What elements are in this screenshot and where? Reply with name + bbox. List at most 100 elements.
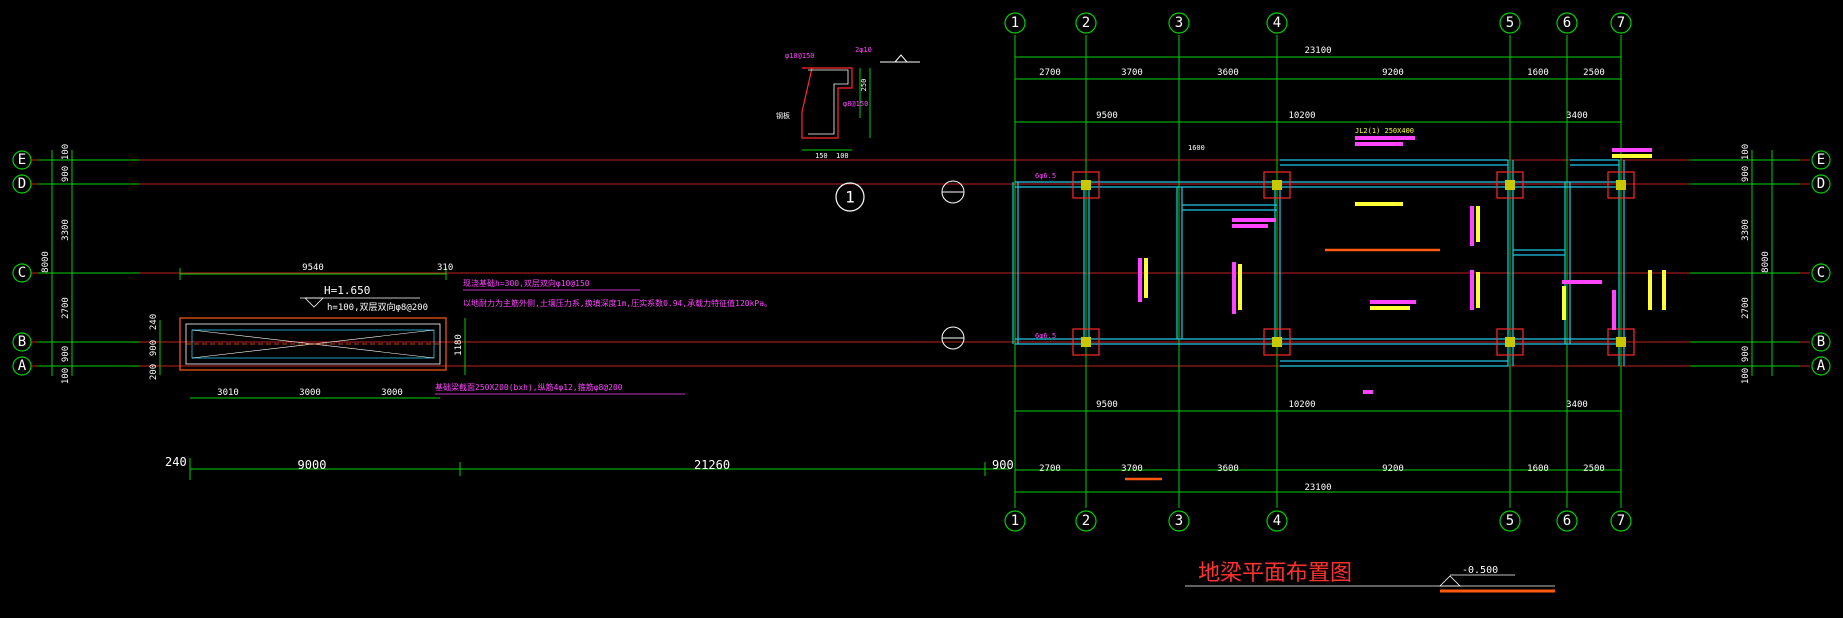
axis-bubble-left-D: D [18, 176, 26, 192]
left-plan-sub-dim-1: 3010 [217, 388, 239, 398]
bottom-dim-bay-3: 3600 [1217, 464, 1239, 474]
axis-bubble-right-C: C [1817, 265, 1825, 281]
axis-bubble-bottom-3: 3 [1175, 513, 1183, 529]
top-dim-bay-5: 1600 [1527, 68, 1549, 78]
foundation-beams [1012, 159, 1625, 367]
drawing-title: 地梁平面布置图 [1198, 561, 1352, 586]
left-plan-note-3: 基础梁截面250X200(bxh),纵筋4φ12,箍筋φ8@200 [435, 382, 623, 392]
bottom-dim-bay-6: 2500 [1583, 464, 1605, 474]
top-dim-bay-3: 3600 [1217, 68, 1239, 78]
left-dim-seg-5: 900 [61, 346, 71, 362]
axis-bubble-bottom-5: 5 [1506, 513, 1514, 529]
column-axes: 1 2 3 4 5 6 7 1 2 3 4 5 6 7 [1004, 12, 1632, 532]
axis-bubble-bottom-6: 6 [1563, 513, 1571, 529]
bottom-dim-bay-2: 3700 [1121, 464, 1143, 474]
annotation-lower-left: 6φ6.5 [1035, 332, 1056, 340]
left-plan-sub-dim-2: 3000 [299, 388, 321, 398]
axis-bubble-top-7: 7 [1617, 15, 1625, 31]
axis-bubble-top-5: 5 [1506, 15, 1514, 31]
axis-bubble-bottom-7: 7 [1617, 513, 1625, 529]
left-dim-total: 8000 [41, 251, 51, 273]
axis-bubble-right-A: A [1817, 358, 1826, 374]
left-dim-seg-2: 900 [61, 166, 71, 182]
top-dim-total: 23100 [1304, 46, 1331, 56]
bottom-dimensions: 9500 10200 3400 2700 3700 3600 9200 1600… [1015, 400, 1621, 493]
axis-bubble-bottom-4: 4 [1273, 513, 1281, 529]
bottom-dim-bay-5: 1600 [1527, 464, 1549, 474]
detail-dim-side: 250 [860, 79, 868, 92]
bottom-dim-total: 23100 [1304, 483, 1331, 493]
axis-bubble-top-4: 4 [1273, 15, 1281, 31]
left-plan-side-dim-1: 240 [149, 314, 159, 330]
left-plan-note-2: 以地耐力为主筋外侧,土壤压力系,换填深度1m,压实系数0.94,承载力特征值12… [463, 298, 772, 308]
section-detail: φ10@150 2φ10 φ8@150 钢板 250 150 100 [776, 46, 920, 160]
left-plan-side-dim-2: 900 [149, 340, 159, 356]
overall-bottom-dimension: 240 9000 21260 900 [165, 455, 1014, 480]
axis-bubble-bottom-1: 1 [1011, 513, 1019, 529]
axis-lines [30, 159, 1810, 367]
bottom-dim-bay-4: 9200 [1382, 464, 1404, 474]
right-dim-seg-2: 900 [1741, 166, 1751, 182]
axis-bubble-left-E: E [18, 152, 26, 168]
overall-dim-1: 240 [165, 455, 187, 469]
top-dim-group-3: 3400 [1566, 111, 1588, 121]
right-dim-seg-1: 100 [1741, 144, 1751, 160]
axis-bubble-left-C: C [18, 265, 26, 281]
overall-dim-3: 21260 [694, 458, 730, 472]
annotation-beam-jl2: JL2(1) 250X400 [1355, 127, 1414, 135]
axis-bubble-top-3: 3 [1175, 15, 1183, 31]
detail-label-left: 钢板 [776, 111, 790, 120]
left-dim-seg-4: 2700 [61, 297, 71, 319]
section-markers: 1 [835, 180, 965, 350]
top-dim-bay-6: 2500 [1583, 68, 1605, 78]
bottom-dim-group-3: 3400 [1566, 400, 1588, 410]
left-axis-bubbles: E D C B A 100 900 3300 2700 900 100 8000 [12, 144, 140, 384]
left-dim-seg-1: 100 [61, 144, 71, 160]
left-plan-right-dim: 310 [437, 263, 453, 273]
left-plan-width: 9540 [302, 263, 324, 273]
axis-bubble-top-1: 1 [1011, 15, 1019, 31]
left-plan-h-label: h=100,双层双向φ8@200 [327, 301, 428, 313]
axis-bubble-top-6: 6 [1563, 15, 1571, 31]
left-foundation-plan: 9540 H=1.650 h=100,双层双向φ8@200 现浇基础h=300,… [149, 263, 772, 399]
annotation-dim-1600: 1600 [1188, 144, 1205, 152]
plan-annotations: 6φ6.5 6φ6.5 1600 JL2(1) 250X400 [1035, 127, 1666, 394]
overall-dim-4: 900 [992, 458, 1014, 472]
detail-label-right: φ8@150 [843, 100, 868, 108]
detail-dim-bottom-2: 100 [836, 152, 849, 160]
axis-bubble-left-B: B [18, 334, 26, 350]
axis-bubble-top-2: 2 [1082, 15, 1090, 31]
bottom-axis-bubbles: 1 2 3 4 5 6 7 [1004, 510, 1632, 532]
column-pads [1072, 171, 1635, 356]
left-plan-sub-dim-3: 3000 [381, 388, 403, 398]
bottom-dim-group-1: 9500 [1096, 400, 1118, 410]
left-plan-note-1: 现浇基础h=300,双层双向φ10@150 [463, 278, 590, 288]
axis-bubble-left-A: A [18, 358, 27, 374]
annotation-upper-left: 6φ6.5 [1035, 172, 1056, 180]
top-dim-bay-2: 3700 [1121, 68, 1143, 78]
elevation-label: -0.500 [1462, 565, 1498, 576]
axis-bubble-right-B: B [1817, 334, 1825, 350]
right-dim-seg-4: 2700 [1741, 297, 1751, 319]
axis-bubble-right-D: D [1817, 176, 1825, 192]
left-dim-seg-6: 100 [61, 368, 71, 384]
detail-marker-number: 1 [845, 188, 855, 207]
top-dim-bay-1: 2700 [1039, 68, 1061, 78]
overall-dim-2: 9000 [298, 458, 327, 472]
left-plan-side-dim-3: 200 [149, 364, 159, 380]
left-plan-H-label: H=1.650 [324, 284, 370, 297]
right-dim-seg-6: 100 [1741, 368, 1751, 384]
drawing-title-block: 地梁平面布置图 -0.500 [1185, 561, 1555, 593]
left-dim-seg-3: 3300 [61, 219, 71, 241]
top-dimensions: 23100 2700 3700 3600 9200 1600 2500 9500… [1015, 46, 1621, 123]
top-dim-group-1: 9500 [1096, 111, 1118, 121]
cad-drawing-canvas: E D C B A 100 900 3300 2700 900 100 8000… [12, 12, 1831, 593]
detail-dim-bottom-1: 150 [815, 152, 828, 160]
detail-label-top: 2φ10 [855, 46, 872, 54]
right-dim-total: 8000 [1761, 251, 1771, 273]
axis-bubble-right-E: E [1817, 152, 1825, 168]
right-axis-bubbles: E D C B A 100 900 3300 2700 900 100 8000 [1690, 144, 1831, 384]
bottom-dim-group-2: 10200 [1288, 400, 1315, 410]
top-axis-bubbles: 1 2 3 4 5 6 7 [1004, 12, 1632, 34]
detail-label-top-left: φ10@150 [785, 52, 815, 60]
